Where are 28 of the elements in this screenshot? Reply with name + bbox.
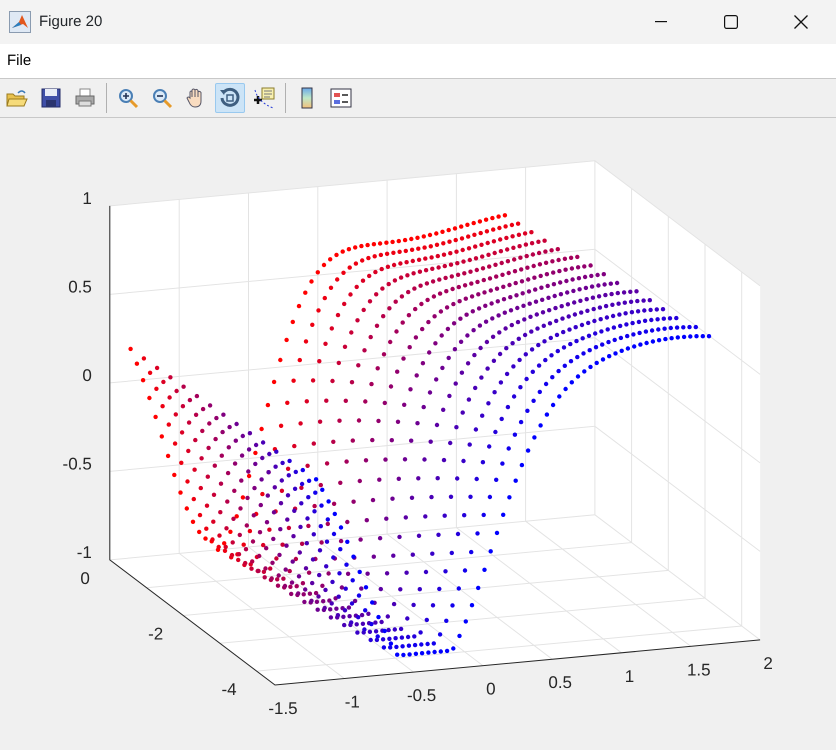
z-tick-label: 1 <box>82 188 92 208</box>
z-tick-label: 0.5 <box>68 277 92 296</box>
y-tick-label: 0 <box>80 568 90 588</box>
close-icon <box>794 15 808 29</box>
z-tick-label: -0.5 <box>62 454 92 474</box>
app-logo-icon <box>9 11 31 33</box>
x-tick-label: 1 <box>624 666 634 686</box>
rotate-icon <box>218 86 242 110</box>
x-tick-label: -1.5 <box>268 699 298 718</box>
rotate-button[interactable] <box>215 83 245 113</box>
zoom-out-icon <box>150 86 174 110</box>
menu-item[interactable]: File <box>0 44 38 78</box>
legend-icon <box>329 86 353 110</box>
zoom-in-icon <box>116 86 140 110</box>
x-tick-label: 0.5 <box>548 673 572 692</box>
x-tick-label: -0.5 <box>406 686 436 706</box>
data-tip-icon <box>252 86 276 110</box>
x-tick-label: 2 <box>763 654 773 673</box>
z-tick-label: -1 <box>76 542 92 562</box>
maximize-icon <box>724 15 738 29</box>
x-tick-label: -1 <box>344 692 360 712</box>
z-tick-label: 0 <box>82 366 92 385</box>
y-tick-label: -2 <box>148 624 164 644</box>
x-tick-label: 1.5 <box>686 660 711 680</box>
x-tick-label: 0 <box>486 680 496 699</box>
minimize-icon <box>655 21 667 23</box>
y-tick-label: -4 <box>222 680 237 700</box>
window-title: Figure 20 <box>39 12 102 32</box>
